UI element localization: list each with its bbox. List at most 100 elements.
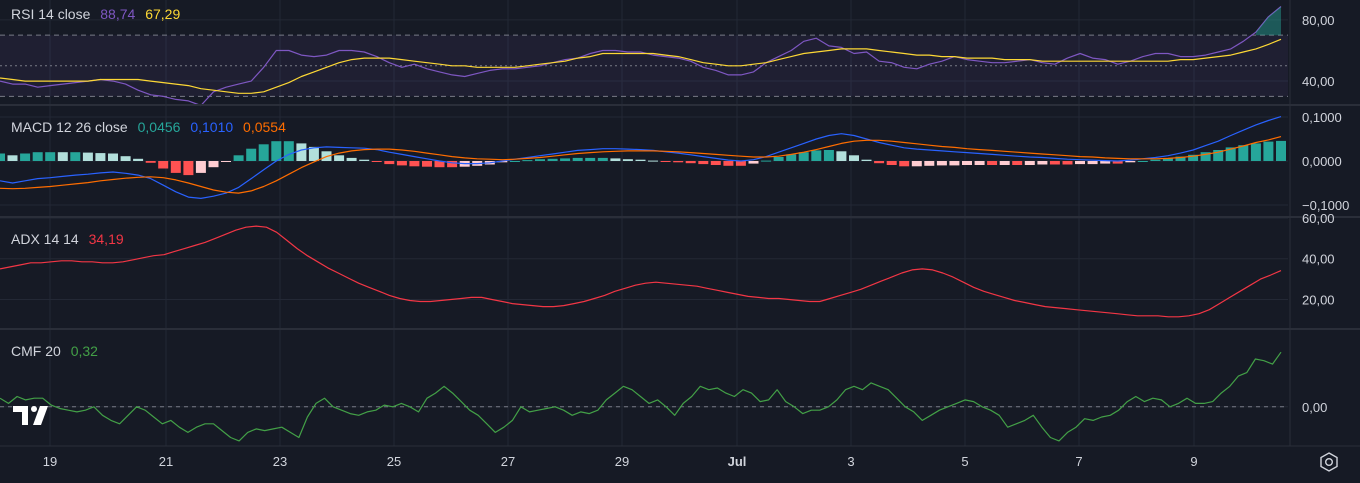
ma-point (954, 56, 955, 57)
cmf-point (239, 440, 240, 441)
pane-separator[interactable] (0, 104, 1360, 106)
cmf-point (358, 415, 359, 416)
adx-point (1014, 300, 1015, 301)
signal-point (138, 177, 139, 178)
adx-point (963, 282, 964, 283)
cmf-point (828, 406, 829, 407)
cmf-point (1229, 386, 1230, 387)
macd-histogram-bar (1100, 161, 1111, 164)
macd-histogram-bar (221, 161, 231, 162)
cmf-pane[interactable] (0, 351, 1288, 442)
cmf-point (384, 405, 385, 406)
time-axis-tick-label: Jul (728, 454, 747, 469)
cmf-point (768, 399, 769, 400)
cmf-point (68, 410, 69, 411)
macd-point (979, 153, 980, 154)
adx-point (164, 254, 165, 255)
ma-point (163, 82, 164, 83)
adx-point (830, 298, 831, 299)
cmf-point (503, 427, 504, 428)
adx-point (532, 305, 533, 306)
signal-point (1042, 154, 1043, 155)
cmf-point (1135, 396, 1136, 397)
rsi-point (741, 74, 742, 75)
rsi-point (678, 58, 679, 59)
cmf-point (1101, 417, 1102, 418)
cmf-point (922, 420, 923, 421)
signal-point (1218, 152, 1219, 153)
adx-legend-label: ADX 14 14 (11, 231, 79, 247)
macd-point (577, 150, 578, 151)
cmf-point (743, 389, 744, 390)
adx-point (881, 281, 882, 282)
cmf-point (427, 398, 428, 399)
cmf-point (469, 410, 470, 411)
adx-point (983, 291, 984, 292)
macd-histogram-bar (1024, 161, 1035, 165)
rsi-pane[interactable] (0, 6, 1288, 107)
ma-point (1130, 61, 1131, 62)
ma-point (50, 81, 51, 82)
gear-icon[interactable] (1318, 451, 1340, 473)
ma-point (1067, 61, 1068, 62)
adx-point (1209, 309, 1210, 310)
ma-point (376, 58, 377, 59)
macd-histogram-bar (1263, 141, 1274, 161)
macd-legend[interactable]: MACD 12 26 close 0,0456 0,1010 0,0554 (11, 119, 292, 135)
rsi-axis-tick-label: 80,00 (1302, 13, 1335, 28)
cmf-point (1016, 423, 1017, 424)
adx-line[interactable] (0, 225, 1282, 318)
adx-point (430, 301, 431, 302)
macd-histogram-bar (271, 141, 282, 161)
ma-point (527, 65, 528, 66)
cmf-point (85, 410, 86, 411)
cmf-point (34, 398, 35, 399)
rsi-point (854, 53, 855, 54)
pane-separators[interactable] (0, 104, 1360, 330)
ma-point (703, 62, 704, 63)
ma-point (1168, 61, 1169, 62)
adx-point (635, 285, 636, 286)
cmf-point (700, 386, 701, 387)
ma-point (138, 79, 139, 80)
pane-separator[interactable] (0, 216, 1360, 218)
cmf-point (760, 401, 761, 402)
macd-point (326, 146, 327, 147)
rsi-legend[interactable]: RSI 14 close 88,74 67,29 (11, 6, 186, 22)
signal-point (75, 183, 76, 184)
cmf-legend[interactable]: CMF 20 0,32 (11, 343, 104, 359)
ma-point (715, 64, 716, 65)
adx-pane[interactable] (0, 225, 1282, 318)
macd-histogram-bar (359, 159, 370, 161)
macd-point (175, 191, 176, 192)
pane-separator[interactable] (0, 328, 1360, 330)
rsi-point (1042, 62, 1043, 63)
adx-point (286, 240, 287, 241)
macd-histogram-bar (422, 161, 432, 167)
time-axis[interactable]: 19 21 23 25 27 29 Jul 3 5 7 9 (0, 445, 1360, 483)
cmf-point (1050, 437, 1051, 438)
indicator-chart[interactable]: 80,0040,000,10000,0000−0,100060,0040,002… (0, 0, 1360, 483)
macd-point (916, 149, 917, 150)
rsi-point (916, 68, 917, 69)
adx-legend[interactable]: ADX 14 14 34,19 (11, 231, 130, 247)
macd-point (138, 175, 139, 176)
macd-point (113, 172, 114, 173)
rsi-point (992, 62, 993, 63)
macd-point (552, 154, 553, 155)
macd-histogram-bar (823, 150, 834, 161)
cmf-point (597, 410, 598, 411)
signal-point (552, 156, 553, 157)
ma-point (1105, 61, 1106, 62)
adx-point (1117, 313, 1118, 314)
macd-histogram-bar (987, 161, 998, 165)
price-axis[interactable]: 80,0040,000,10000,0000−0,100060,0040,002… (1289, 0, 1349, 446)
time-axis-tick-label: 25 (387, 454, 401, 469)
rsi-point (665, 56, 666, 57)
macd-histogram-bar (849, 155, 859, 161)
tradingview-logo-icon[interactable] (13, 404, 53, 428)
rsi-point (125, 84, 126, 85)
adx-point (1199, 313, 1200, 314)
rsi-point (301, 55, 302, 56)
ma-point (916, 55, 917, 56)
